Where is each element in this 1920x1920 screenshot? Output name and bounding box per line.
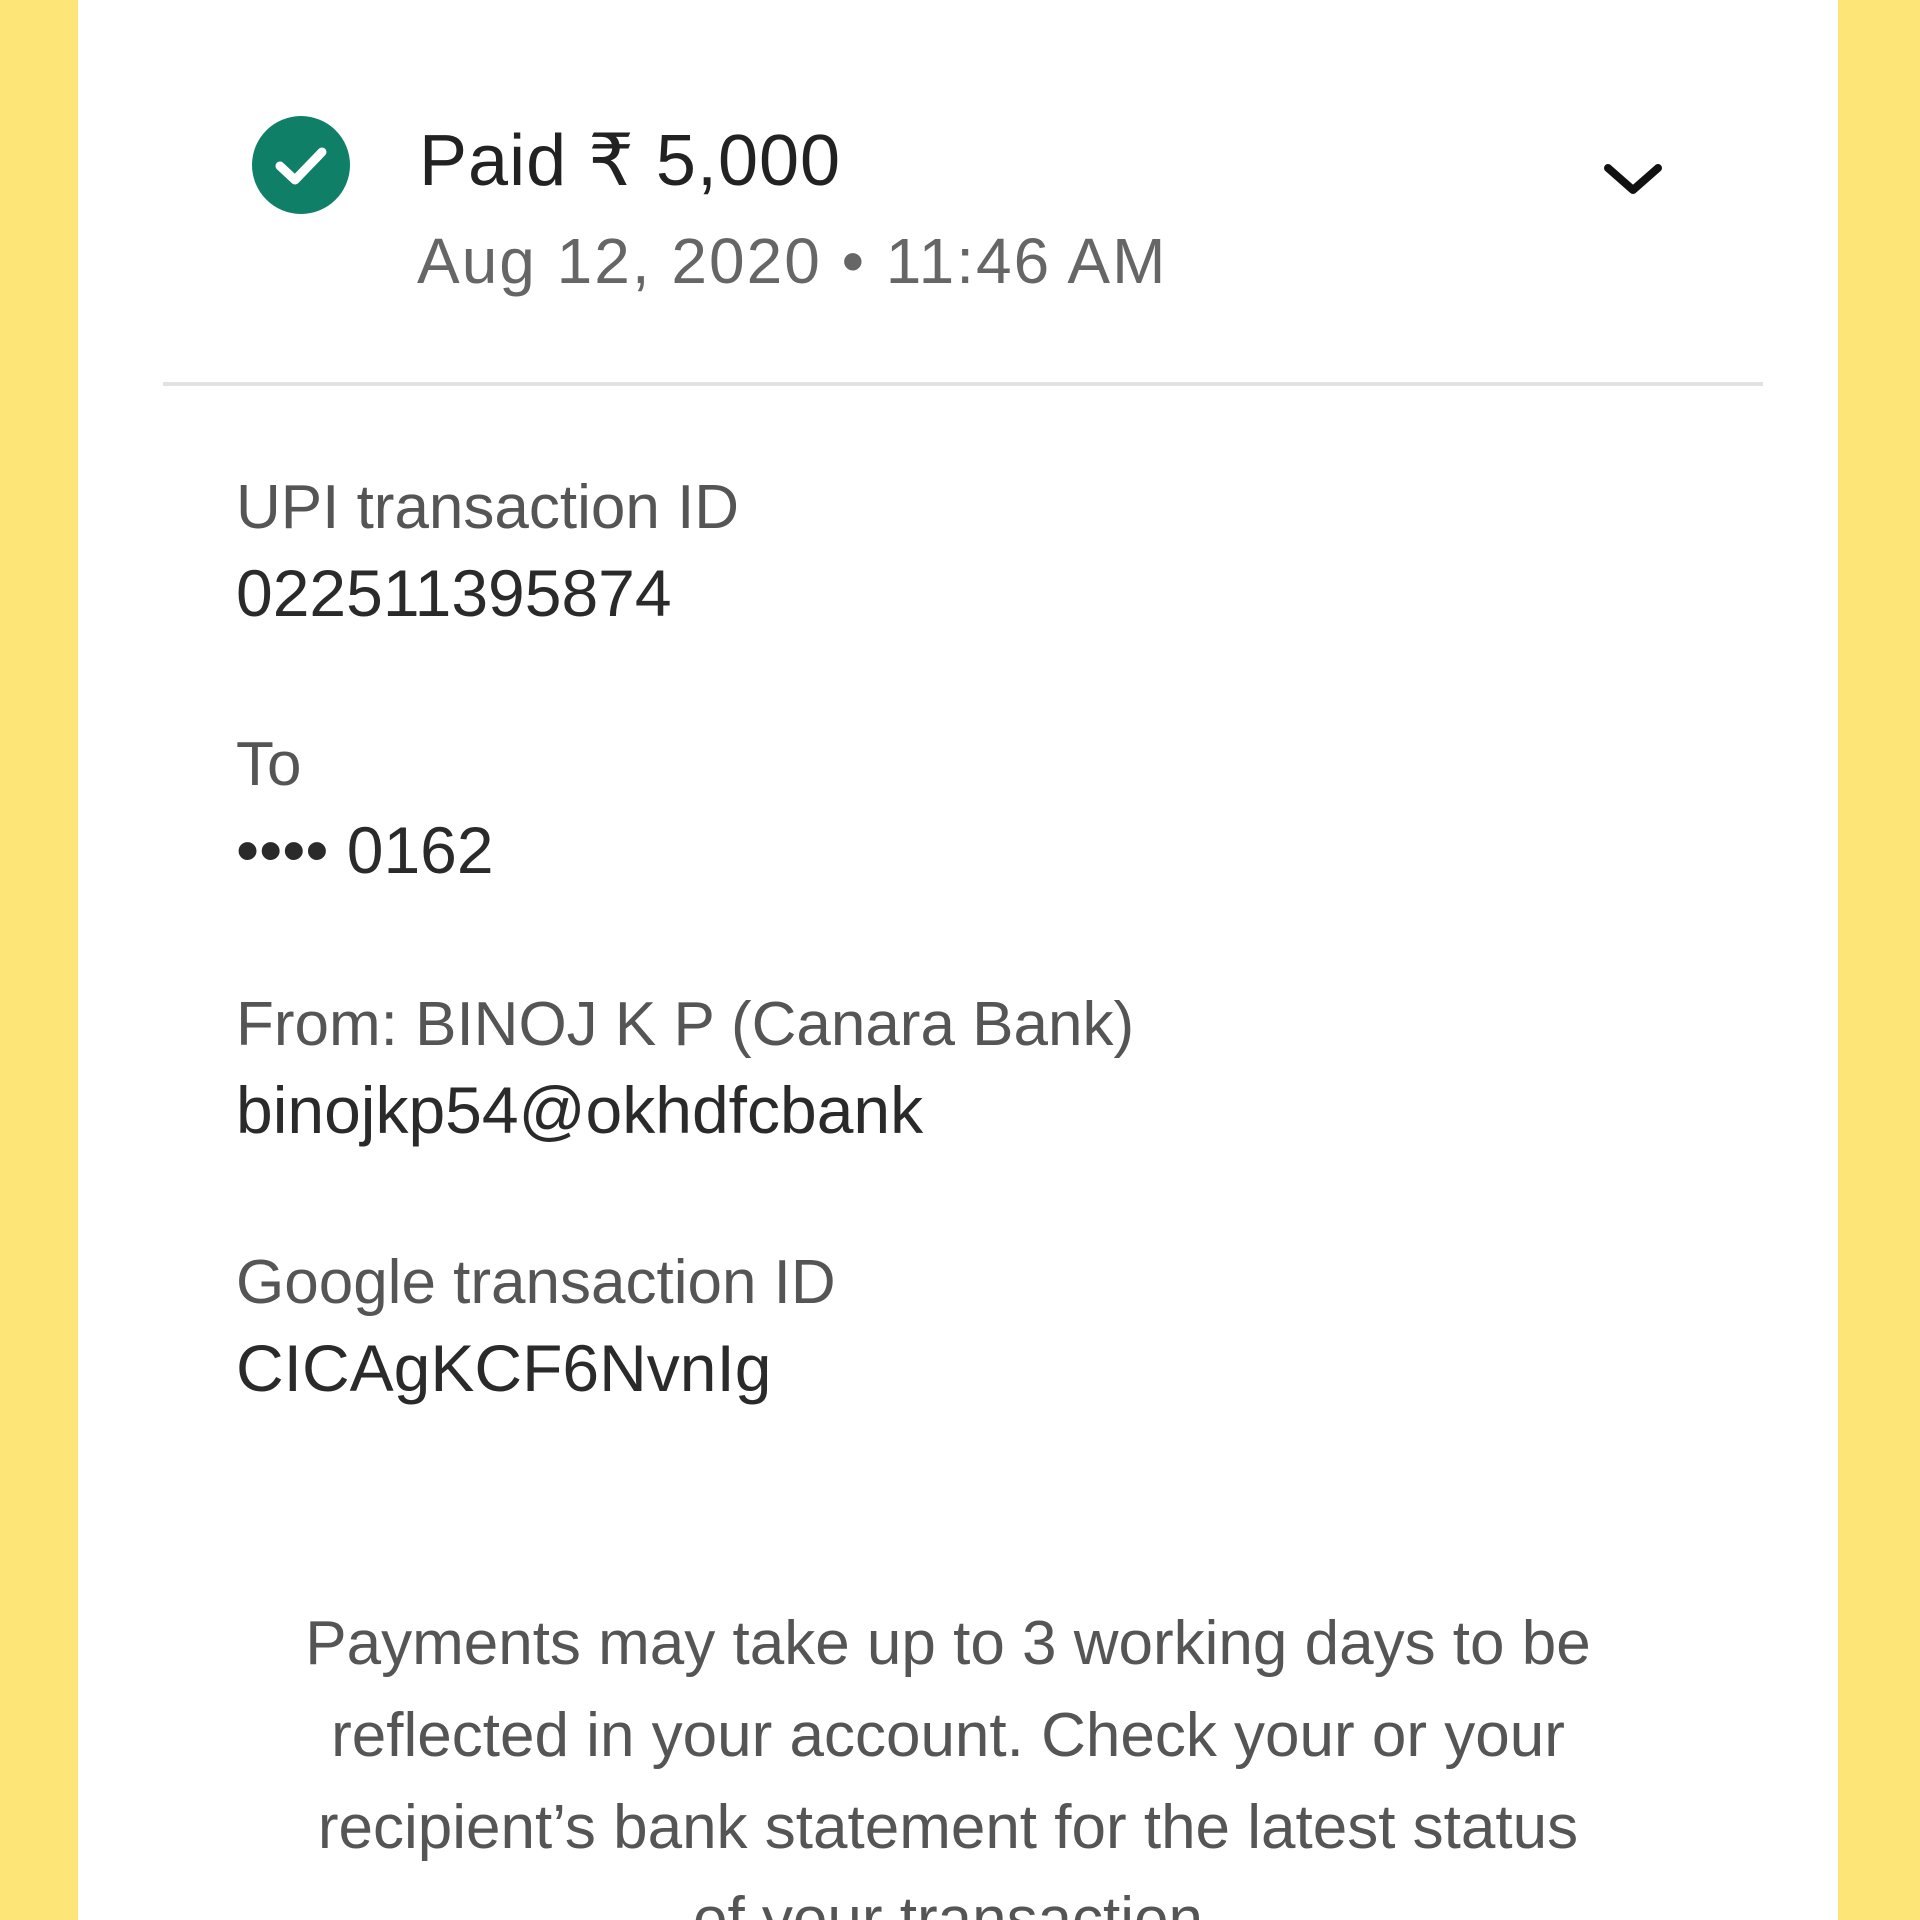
google-transaction-id-label: Google transaction ID [236, 1248, 836, 1317]
recipient-field: To •••• 0162 [236, 725, 494, 895]
sender-field: From: BINOJ K P (Canara Bank) binojkp54@… [236, 985, 1134, 1155]
upi-transaction-id-value: 022511395874 [236, 556, 672, 630]
check-circle-icon [252, 116, 350, 214]
google-transaction-id-value: CICAgKCF6NvnIg [236, 1331, 772, 1405]
sender-upi-id-value: binojkp54@okhdfcbank [236, 1073, 924, 1147]
chevron-down-icon[interactable] [1588, 140, 1678, 220]
sender-label: From: BINOJ K P (Canara Bank) [236, 990, 1135, 1059]
google-transaction-id-field: Google transaction ID CICAgKCF6NvnIg [236, 1243, 836, 1413]
upi-transaction-id-label: UPI transaction ID [236, 473, 740, 542]
recipient-label: To [236, 730, 302, 799]
payment-datetime: Aug 12, 2020 • 11:46 AM [417, 225, 1168, 297]
payment-notice-text: Payments may take up to 3 working days t… [305, 1609, 1591, 1920]
upi-transaction-id-field: UPI transaction ID 022511395874 [236, 468, 739, 638]
payment-header: Paid ₹ 5,000 Aug 12, 2020 • 11:46 AM [78, 0, 1838, 380]
recipient-account-value: •••• 0162 [236, 813, 494, 887]
transaction-card: Paid ₹ 5,000 Aug 12, 2020 • 11:46 AM UPI… [78, 0, 1838, 1920]
payment-amount-title: Paid ₹ 5,000 [419, 121, 842, 201]
check-mark [275, 147, 327, 185]
header-divider [163, 382, 1763, 386]
